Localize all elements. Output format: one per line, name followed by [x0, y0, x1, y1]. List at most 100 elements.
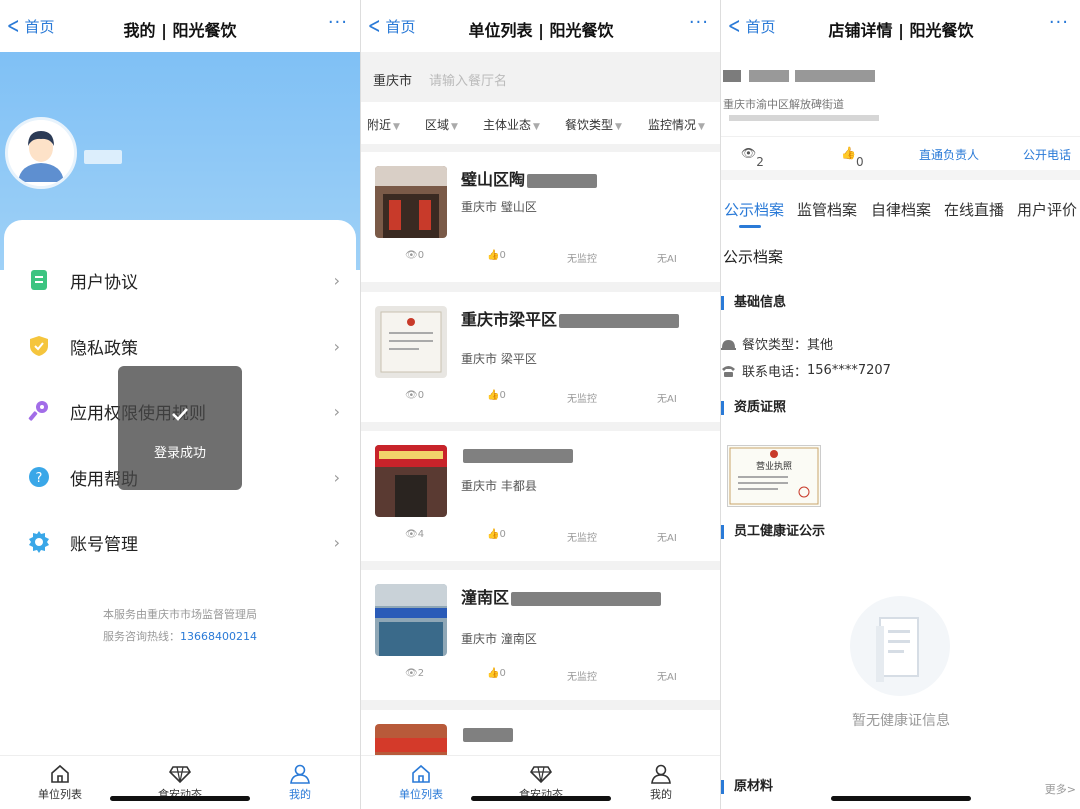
- redacted-text: [511, 591, 662, 606]
- shop-stats-row: 👁 2 👍 0 直通负责人 公开电话: [721, 136, 1080, 170]
- shield-icon: [30, 336, 48, 356]
- diamond-icon: [169, 766, 191, 784]
- food-type-label: 餐饮类型：: [742, 338, 808, 353]
- phone-row: 联系电话： 156****7207: [721, 361, 891, 380]
- filter-monitoring[interactable]: 监控情况 ▼: [648, 102, 705, 133]
- filter-label: 区域: [425, 118, 450, 132]
- caret-down-icon: ▼: [451, 122, 458, 132]
- license-title: 营业执照: [756, 460, 792, 472]
- page-title: 店铺详情 | 阳光餐饮: [828, 21, 974, 40]
- business-license-thumbnail[interactable]: 营业执照: [727, 445, 821, 507]
- tab-mine[interactable]: 我的: [240, 756, 360, 809]
- redacted-text: [527, 173, 598, 188]
- filter-label: 主体业态: [483, 118, 532, 132]
- likes-value: 0: [499, 250, 506, 261]
- section-title: 公示档案: [723, 248, 784, 266]
- city-selector[interactable]: 重庆市: [373, 70, 412, 89]
- ai-status: 无AI: [657, 533, 677, 544]
- help-icon: ?: [29, 467, 49, 487]
- filter-nearby[interactable]: 附近 ▼: [367, 102, 400, 133]
- license-art: 营业执照: [729, 447, 819, 505]
- list-item[interactable]: 璧山区陶 重庆市 璧山区 👁 0 👍 0 无监控 无AI: [361, 152, 720, 282]
- filter-region[interactable]: 区域 ▼: [425, 102, 458, 133]
- more-menu-button[interactable]: ···: [689, 12, 709, 33]
- filter-label: 餐饮类型: [565, 118, 614, 132]
- tab-user-reviews[interactable]: 用户评价: [1017, 199, 1077, 220]
- phone-value[interactable]: 156****7207: [807, 363, 891, 378]
- more-materials-link[interactable]: 更多>: [1045, 781, 1076, 797]
- active-tab-indicator: [739, 225, 761, 228]
- filter-catering-type[interactable]: 餐饮类型 ▼: [565, 102, 622, 133]
- list-item[interactable]: 潼南区 重庆市 潼南区 👁 2 👍 0 无监控 无AI: [361, 570, 720, 700]
- gear-icon: [29, 531, 49, 553]
- diamond-icon: [530, 766, 552, 784]
- caret-down-icon: ▼: [393, 122, 400, 132]
- health-cert-heading: 员工健康证公示: [721, 525, 825, 539]
- shop-name: 璧山区陶: [461, 166, 598, 190]
- search-input[interactable]: 请输入餐厅名: [429, 70, 507, 89]
- redacted-text: [559, 313, 680, 328]
- address-text: 重庆市渝中区解放碑街道: [723, 98, 844, 111]
- menu-item-user-agreement[interactable]: 用户协议 ›: [28, 260, 340, 300]
- views-value: 0: [417, 250, 425, 261]
- chevron-right-icon: ›: [333, 270, 340, 290]
- shop-name: [461, 724, 513, 743]
- avatar-person-icon: [8, 120, 74, 186]
- page-title: 单位列表 | 阳光餐饮: [468, 21, 614, 40]
- shop-location: 重庆市 璧山区: [461, 200, 537, 214]
- materials-heading: 原材料: [721, 780, 773, 794]
- contact-manager-link[interactable]: 直通负责人: [919, 146, 979, 163]
- views-count: 👁 2: [741, 146, 764, 169]
- views-count: 👁 0: [405, 390, 425, 401]
- more-menu-button[interactable]: ···: [1049, 12, 1069, 33]
- views-value: 2: [417, 668, 425, 679]
- likes-count: 👍 0: [487, 250, 506, 261]
- svg-text:?: ?: [36, 471, 43, 486]
- tab-public-records[interactable]: 公示档案: [724, 199, 784, 220]
- home-indicator: [110, 796, 250, 801]
- tab-label: 单位列表: [38, 788, 82, 801]
- likes-count: 👍 0: [487, 668, 506, 679]
- shop-address: 重庆市渝中区解放碑街道: [723, 96, 844, 112]
- page-title: 我的 | 阳光餐饮: [123, 21, 237, 40]
- views-count: 👁 4: [405, 529, 425, 540]
- tab-unit-list[interactable]: 单位列表: [0, 756, 120, 809]
- hotline-note: 服务咨询热线：13668400214: [0, 628, 360, 644]
- shop-photo: [375, 584, 447, 656]
- public-phone-link[interactable]: 公开电话: [1023, 146, 1071, 163]
- filter-business-type[interactable]: 主体业态 ▼: [483, 102, 540, 133]
- shop-name-text: 潼南区: [461, 588, 510, 607]
- search-bar: 重庆市 请输入餐厅名: [361, 52, 720, 102]
- more-menu-button[interactable]: ···: [328, 12, 348, 33]
- menu-item-account-management[interactable]: 账号管理 ›: [28, 522, 340, 562]
- shop-photo: [375, 306, 447, 378]
- chevron-right-icon: ›: [333, 467, 340, 487]
- tab-food-safety-news[interactable]: 食安动态: [481, 756, 601, 809]
- menu-item-privacy-policy[interactable]: 隐私政策 ›: [28, 326, 340, 366]
- shop-location: 重庆市 梁平区: [461, 352, 537, 366]
- shop-photo: [375, 166, 447, 238]
- document-icon: [31, 270, 47, 290]
- chevron-right-icon: ›: [333, 401, 340, 421]
- shop-detail-screen: < 首页 店铺详情 | 阳光餐饮 ··· 重庆市渝中区解放碑街道 👁 2 👍 0…: [720, 0, 1080, 809]
- tab-live-stream[interactable]: 在线直播: [944, 199, 1004, 220]
- food-type-value: 其他: [807, 338, 834, 353]
- monitor-status: 无监控: [567, 672, 597, 683]
- ai-status: 无AI: [657, 394, 677, 405]
- shop-stats: 👁 0 👍 0 无监控 无AI: [361, 250, 720, 270]
- nickname-redacted: [84, 150, 122, 164]
- user-icon: [651, 764, 671, 784]
- empty-state-text: 暂无健康证信息: [852, 713, 950, 729]
- tab-self-discipline-records[interactable]: 自律档案: [871, 199, 931, 220]
- detail-header: < 首页 店铺详情 | 阳光餐饮 ···: [721, 0, 1080, 52]
- list-item[interactable]: 重庆市 丰都县 👁 4 👍 0 无监控 无AI: [361, 431, 720, 561]
- avatar[interactable]: [5, 117, 77, 189]
- list-item[interactable]: 重庆市梁平区 重庆市 梁平区 👁 0 👍 0 无监控 无AI: [361, 292, 720, 422]
- tab-mine[interactable]: 我的: [601, 756, 720, 809]
- tab-food-safety-news[interactable]: 食安动态: [120, 756, 240, 809]
- hotline-number-link[interactable]: 13668400214: [180, 630, 257, 643]
- home-icon: [51, 764, 69, 783]
- caret-down-icon: ▼: [533, 122, 540, 132]
- tab-unit-list[interactable]: 单位列表: [361, 756, 481, 809]
- tab-regulatory-records[interactable]: 监管档案: [797, 199, 857, 220]
